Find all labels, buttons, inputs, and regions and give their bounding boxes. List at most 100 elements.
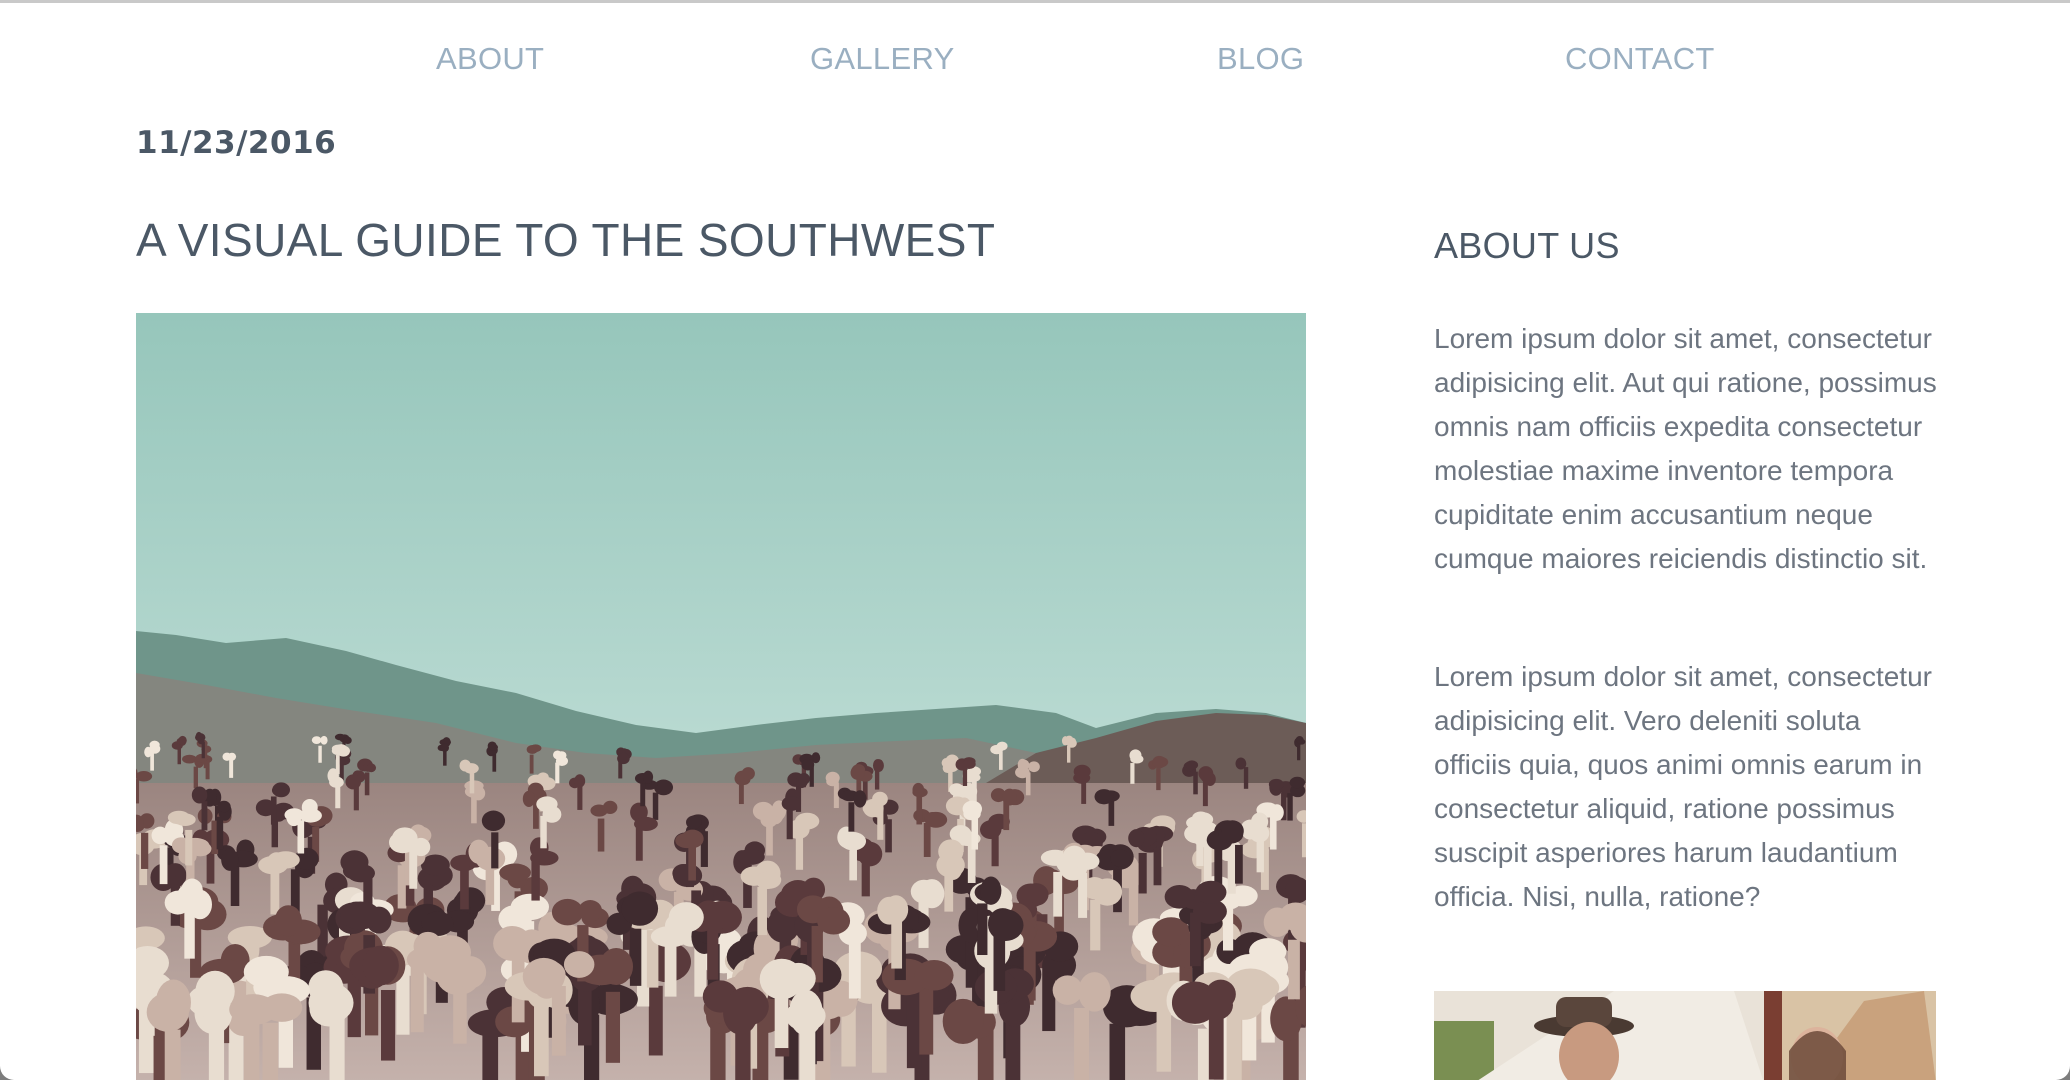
cactus-head xyxy=(284,808,304,822)
cactus-head xyxy=(1184,823,1210,844)
post-date: 11/23/2016 xyxy=(136,125,337,161)
cactus-head xyxy=(650,925,690,948)
cactus-trunk xyxy=(318,745,322,763)
cactus-head xyxy=(489,743,499,751)
cactus-head xyxy=(924,811,948,828)
cactus-trunk xyxy=(848,802,855,832)
cactus-head xyxy=(873,759,884,772)
cactus-head xyxy=(176,737,186,745)
cactus-trunk xyxy=(185,829,193,866)
cactus-trunk xyxy=(141,832,149,869)
cactus-head xyxy=(634,816,658,831)
cactus-trunk xyxy=(1138,852,1147,894)
cactus-trunk xyxy=(1287,939,1300,1000)
cactus-trunk xyxy=(555,762,560,784)
cactus-head xyxy=(1062,845,1087,868)
cactus-head xyxy=(343,736,352,745)
cactus-head xyxy=(1221,820,1244,842)
cactus-head xyxy=(464,785,484,798)
cactus-trunk xyxy=(640,781,646,807)
cactus-head xyxy=(174,813,196,827)
nav-blog-link[interactable]: BLOG xyxy=(1217,41,1304,77)
nav-contact-link[interactable]: CONTACT xyxy=(1565,41,1715,77)
cactus-trunk xyxy=(1226,1012,1242,1080)
cactus-head xyxy=(1263,907,1291,937)
cactus-head xyxy=(1128,829,1145,848)
cactus-head xyxy=(1185,760,1199,770)
cactus-head xyxy=(311,736,322,745)
cactus-trunk xyxy=(1109,1023,1126,1080)
cactus-head xyxy=(642,770,654,784)
cactus-head xyxy=(1295,735,1304,744)
cactus-trunk xyxy=(1287,793,1293,821)
cactus-head xyxy=(542,805,562,823)
cactus-head xyxy=(817,907,851,935)
browser-page: ABOUT GALLERY BLOG CONTACT 11/23/2016 A … xyxy=(0,0,2070,1080)
cactus-trunk xyxy=(906,996,922,1069)
nav-about-link[interactable]: ABOUT xyxy=(436,41,544,77)
cactus-head xyxy=(756,871,782,889)
cactus-trunk xyxy=(469,770,475,794)
cactus-head xyxy=(1094,789,1114,805)
main-nav: ABOUT GALLERY BLOG CONTACT xyxy=(0,41,2070,91)
cactus-head xyxy=(272,782,291,798)
cactus-head xyxy=(988,909,1024,941)
cactus-head xyxy=(801,758,815,771)
cactus-head xyxy=(942,998,984,1045)
cactus-head xyxy=(1061,736,1069,746)
cactus-head xyxy=(723,991,758,1035)
cactus-head xyxy=(261,993,303,1022)
cactus-head xyxy=(942,763,953,773)
cactus-head xyxy=(301,798,318,816)
cactus-trunk xyxy=(364,772,370,796)
cactus-head xyxy=(681,829,704,849)
cactus-trunk xyxy=(1090,899,1101,951)
cactus-head xyxy=(850,765,865,780)
cactus-head xyxy=(599,947,634,986)
cactus-head xyxy=(938,839,964,864)
cactus-head xyxy=(222,752,232,761)
cactus-trunk xyxy=(1130,763,1135,784)
cactus-head xyxy=(914,959,954,991)
cactus-trunk xyxy=(1067,745,1071,763)
post-title: A VISUAL GUIDE TO THE SOUTHWEST xyxy=(136,214,996,266)
cactus-head xyxy=(621,891,659,926)
cactus-trunk xyxy=(216,816,224,850)
cactus-head xyxy=(149,743,161,754)
cactus-head xyxy=(331,746,345,756)
cactus-head xyxy=(362,945,399,986)
cactus-head xyxy=(308,970,344,1005)
cactus-head xyxy=(617,752,630,765)
cactus-trunk xyxy=(757,887,767,936)
sidebar-title: ABOUT US xyxy=(1434,225,1620,266)
cactus-trunk xyxy=(1053,871,1063,917)
cactus-head xyxy=(440,743,450,752)
cactus-head xyxy=(1268,778,1284,791)
cactus-head xyxy=(872,791,888,807)
cactus-head xyxy=(526,745,538,754)
cactus-head xyxy=(1130,754,1144,764)
cactus-head xyxy=(191,786,208,804)
cactus-head xyxy=(274,905,302,937)
cactus-head xyxy=(522,957,565,995)
cactus-head xyxy=(789,989,823,1036)
cactus-head xyxy=(180,837,210,854)
cactus-trunk xyxy=(1270,816,1277,850)
nav-gallery-link[interactable]: GALLERY xyxy=(810,41,955,77)
cactus-trunk xyxy=(635,826,643,861)
cactus-head xyxy=(320,735,328,745)
cactus-trunk xyxy=(629,928,642,986)
cactus-head xyxy=(459,759,471,772)
cactus-head xyxy=(366,763,377,773)
cactus-head xyxy=(327,768,339,784)
cactus-trunk xyxy=(491,832,499,869)
cactus-head xyxy=(962,800,983,818)
cactus-head xyxy=(883,895,909,924)
cactus-head xyxy=(195,731,203,742)
cactus-head xyxy=(1205,979,1236,1009)
cactus-head xyxy=(1152,755,1167,769)
cactus-head xyxy=(759,958,804,1000)
cactus-trunk xyxy=(201,742,205,759)
cactus-trunk xyxy=(786,808,793,840)
cactus-head xyxy=(752,801,774,821)
